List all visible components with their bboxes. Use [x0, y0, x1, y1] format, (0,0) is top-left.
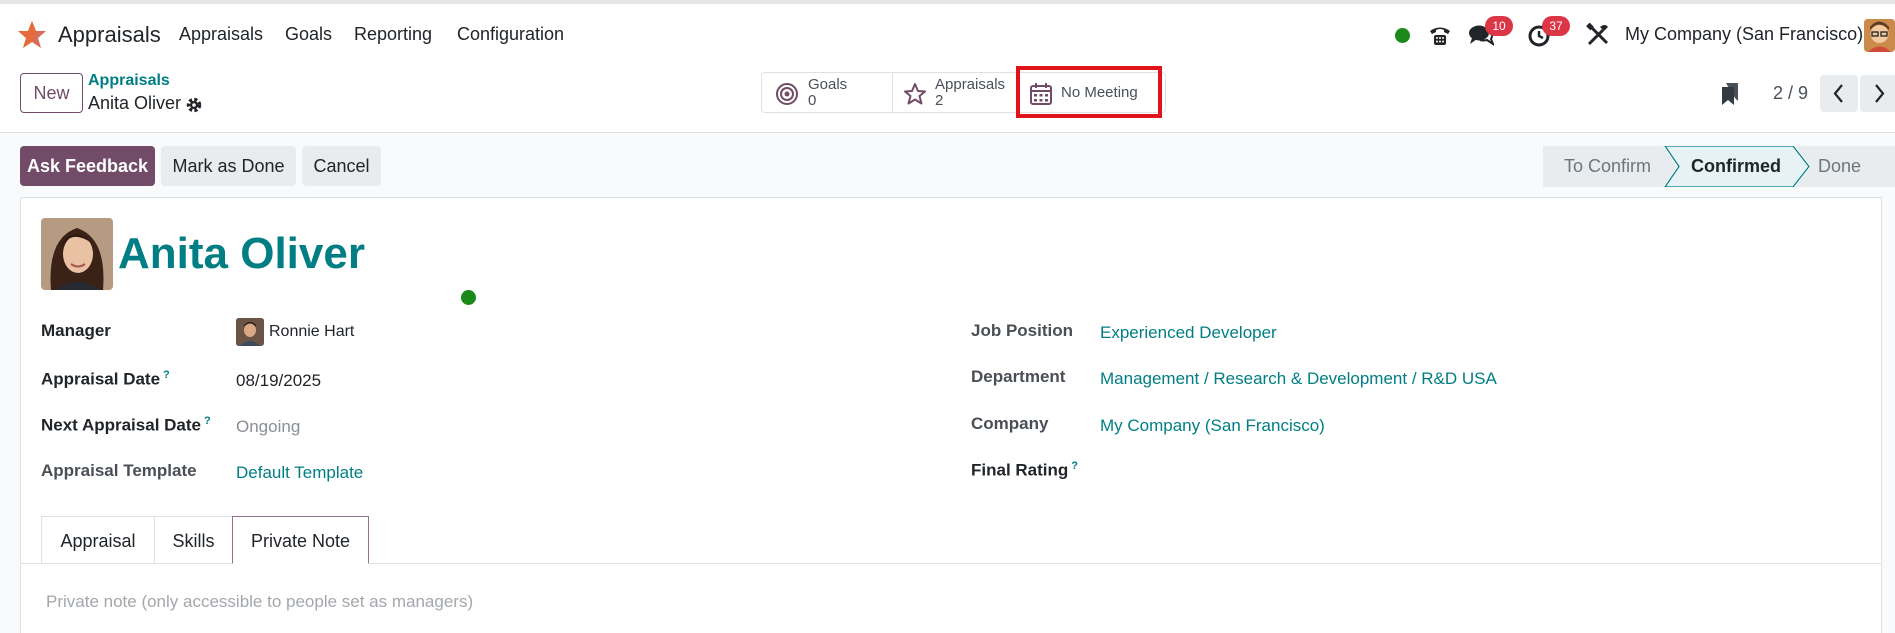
- stage-done[interactable]: Done: [1818, 156, 1861, 177]
- cancel-button[interactable]: Cancel: [302, 146, 381, 186]
- star-icon: [904, 83, 926, 105]
- tab-appraisal[interactable]: Appraisal: [41, 516, 155, 564]
- menu-appraisals[interactable]: Appraisals: [179, 24, 263, 45]
- mark-as-done-button[interactable]: Mark as Done: [161, 146, 296, 186]
- next-appraisal-date-value[interactable]: Ongoing: [236, 417, 300, 437]
- breadcrumb-current: Anita Oliver: [88, 93, 182, 113]
- help-mark[interactable]: ?: [204, 415, 211, 427]
- help-mark[interactable]: ?: [163, 369, 170, 381]
- company-value[interactable]: My Company (San Francisco): [1100, 416, 1325, 436]
- online-status-dot[interactable]: [1395, 28, 1410, 43]
- target-icon: [776, 83, 798, 105]
- help-mark[interactable]: ?: [1071, 460, 1078, 472]
- control-panel: New Appraisals Anita Oliver Goals 0 Appr…: [0, 63, 1895, 133]
- appraisals-app-icon[interactable]: [17, 20, 47, 50]
- tools-icon[interactable]: [1585, 22, 1611, 48]
- menu-reporting[interactable]: Reporting: [354, 24, 432, 45]
- user-avatar[interactable]: [1864, 19, 1895, 52]
- manager-value[interactable]: Ronnie Hart: [269, 323, 354, 341]
- menu-configuration[interactable]: Configuration: [457, 24, 564, 45]
- bookmark-icon[interactable]: [1719, 82, 1739, 106]
- stage-pipeline: To Confirm Confirmed Done: [1543, 146, 1895, 187]
- menu-goals[interactable]: Goals: [285, 24, 332, 45]
- department-value[interactable]: Management / Research & Development / R&…: [1100, 369, 1497, 389]
- appraisal-date-label: Appraisal Date?: [41, 369, 170, 389]
- goals-count: 0: [808, 92, 817, 109]
- manager-label: Manager: [41, 321, 111, 340]
- company-label: Company: [971, 414, 1049, 433]
- stage-confirmed[interactable]: Confirmed: [1691, 156, 1781, 177]
- employee-name[interactable]: Anita Oliver: [118, 229, 365, 279]
- appraisal-date-value[interactable]: 08/19/2025: [236, 371, 321, 391]
- stage-to-confirm[interactable]: To Confirm: [1564, 156, 1651, 177]
- breadcrumb-parent[interactable]: Appraisals: [88, 72, 170, 90]
- appraisal-template-value[interactable]: Default Template: [236, 463, 363, 483]
- goals-label: Goals: [808, 76, 848, 93]
- appraisal-template-label: Appraisal Template: [41, 461, 197, 480]
- next-appraisal-date-label: Next Appraisal Date?: [41, 415, 211, 435]
- pager-previous-button[interactable]: [1820, 75, 1858, 112]
- company-switcher[interactable]: My Company (San Francisco): [1625, 24, 1863, 45]
- final-rating-label: Final Rating?: [971, 460, 1079, 480]
- pager-value[interactable]: 2 / 9: [1773, 83, 1808, 104]
- new-button[interactable]: New: [20, 73, 83, 113]
- goals-smart-button[interactable]: Goals 0: [762, 73, 892, 112]
- pager-next-button[interactable]: [1860, 75, 1895, 112]
- appraisals-label: Appraisals: [935, 76, 1006, 93]
- top-navbar: Appraisals Appraisals Goals Reporting Co…: [0, 4, 1895, 63]
- gear-icon[interactable]: [185, 96, 203, 114]
- private-note-input[interactable]: Private note (only accessible to people …: [46, 592, 473, 612]
- department-label: Department: [971, 367, 1066, 386]
- employee-photo[interactable]: [41, 218, 113, 290]
- appraisals-smart-button[interactable]: Appraisals 2: [893, 73, 1016, 112]
- tab-skills[interactable]: Skills: [154, 516, 233, 564]
- job-position-value[interactable]: Experienced Developer: [1100, 323, 1277, 343]
- no-meeting-highlight: [1016, 66, 1162, 118]
- chevron-right-icon: [1875, 84, 1885, 103]
- manager-avatar[interactable]: [236, 318, 264, 346]
- chevron-left-icon: [1833, 84, 1843, 103]
- phone-icon[interactable]: [1427, 22, 1453, 48]
- chat-badge: 10: [1485, 16, 1513, 36]
- presence-status-dot: [461, 290, 476, 305]
- ask-feedback-button[interactable]: Ask Feedback: [20, 146, 155, 186]
- job-position-label: Job Position: [971, 321, 1073, 340]
- appraisals-count: 2: [935, 92, 944, 109]
- app-name[interactable]: Appraisals: [58, 22, 161, 48]
- tab-private-note[interactable]: Private Note: [232, 516, 369, 564]
- activity-badge: 37: [1542, 16, 1570, 36]
